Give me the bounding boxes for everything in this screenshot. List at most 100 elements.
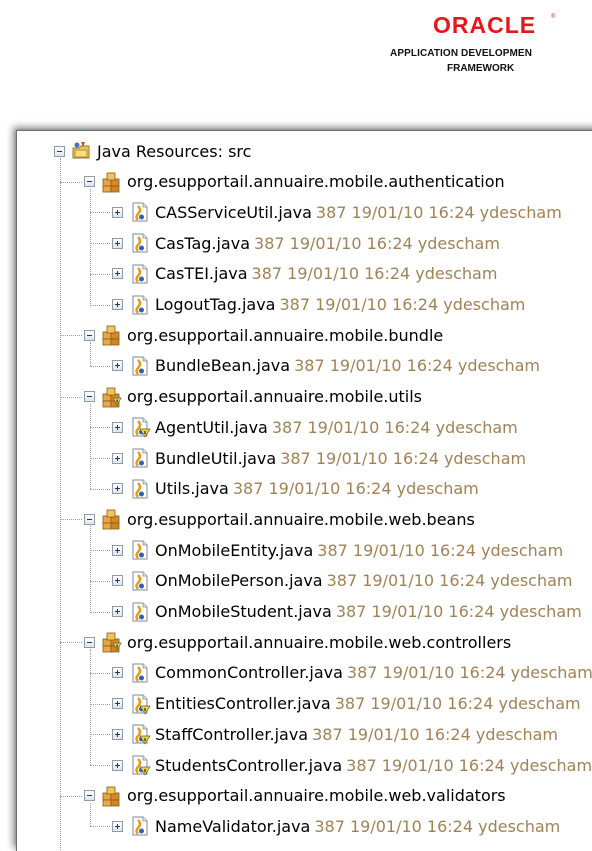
expand-toggle-icon[interactable] [112,421,123,433]
expand-toggle-icon[interactable] [112,299,123,310]
java-file-icon [129,201,151,223]
collapse-toggle-icon[interactable] [84,513,95,525]
oracle-adf-logo: ORACLE ® APPLICATION DEVELOPMEN FRAMEWOR… [380,8,592,88]
tree-node-file[interactable]: OnMobileStudent.java 387 19/01/10 16:24 y… [112,597,582,627]
file-revision-info: 387 19/01/10 16:24 ydescham [326,571,573,591]
tree-node-package[interactable]: org.esupportail.annuaire.mobile.bundle [84,320,443,350]
tree-node-package[interactable]: org.esupportail.annuaire.mobile.authenti… [84,167,505,197]
tree-node-file[interactable]: CASServiceUtil.java 387 19/01/10 16:24 yd… [112,197,562,227]
java-file-warning-icon [129,723,151,745]
java-file-icon [129,601,151,623]
collapse-toggle-icon[interactable] [84,391,95,403]
package-label: org.esupportail.annuaire.mobile.bundle [127,325,444,345]
expand-toggle-icon[interactable] [112,759,123,771]
tree-connector-line [90,342,91,366]
tree-connector-line [60,795,82,797]
file-name: StaffController.java [155,724,309,744]
expand-toggle-icon[interactable] [112,452,123,464]
collapse-toggle-icon[interactable] [84,329,95,341]
tree-connector-line [90,304,110,306]
tree-connector-line [90,734,110,736]
file-revision-info: 387 19/01/10 16:24 ydescham [335,602,582,621]
file-revision-info: 387 19/01/10 16:24 ydescham [280,448,527,468]
collapse-toggle-icon[interactable] [84,176,95,188]
tree-connector-line [90,672,110,674]
expand-toggle-icon[interactable] [112,728,123,740]
file-revision-info: 387 19/01/10 16:24 ydescham [315,202,562,222]
expand-toggle-icon[interactable] [112,237,123,249]
tree-node-file[interactable]: Utils.java 387 19/01/10 16:24 ydescham [112,474,479,504]
tree-node-package[interactable]: org.esupportail.annuaire.mobile.web.cont… [84,627,511,657]
oracle-wordmark: ORACLE [433,12,537,38]
tree-connector-line [90,188,91,305]
tree-node-file[interactable]: OnMobilePerson.java 387 19/01/10 16:24 yd… [112,566,573,596]
tree-connector-line [90,550,110,552]
tree-connector-line [90,611,110,613]
file-revision-info: 387 19/01/10 16:24 ydescham [346,755,592,775]
tree-connector-line [90,427,110,429]
file-name: EntitiesController.java [155,694,331,714]
file-revision-info: 387 19/01/10 16:24 ydescham [314,816,561,836]
file-name: CasTag.java [155,233,251,253]
tree-node-package[interactable]: org.esupportail.annuaire.mobile.web.vali… [84,781,506,811]
tree-node-file[interactable]: NameValidator.java 387 19/01/10 16:24 yde… [112,811,560,841]
tree-node-file[interactable]: AgentUtil.java 387 19/01/10 16:24 ydescha… [112,412,518,442]
expand-toggle-icon[interactable] [112,820,123,832]
package-label: org.esupportail.annuaire.mobile.web.cont… [127,632,512,652]
java-file-icon [129,815,151,837]
file-name: BundleBean.java [155,356,291,376]
tree-node-file[interactable]: CasTag.java 387 19/01/10 16:24 ydescham [112,228,500,258]
tree-node-file[interactable]: OnMobileEntity.java 387 19/01/10 16:24 yd… [112,535,563,565]
java-file-icon [129,294,151,316]
expand-toggle-icon[interactable] [112,544,123,556]
tree-node-file[interactable]: BundleBean.java 387 19/01/10 16:24 ydesch… [112,351,540,381]
tree-node-file[interactable]: LogoutTag.java 387 19/01/10 16:24 ydescha… [112,290,525,320]
collapse-toggle-icon[interactable] [54,145,65,157]
file-name: CommonController.java [155,663,343,683]
tree-node-file[interactable]: CommonController.java 387 19/01/10 16:24 … [112,658,592,688]
java-file-warning-icon [129,754,151,776]
expand-toggle-icon[interactable] [112,360,123,372]
file-revision-info: 387 19/01/10 16:24 ydescham [346,663,592,683]
java-file-icon [129,662,151,684]
file-name: BundleUtil.java [155,448,277,468]
java-file-icon [129,447,151,469]
tree-node-file[interactable]: StudentsController.java 387 19/01/10 16:2… [112,750,592,780]
tree-node-file[interactable]: StaffController.java 387 19/01/10 16:24 y… [112,719,558,749]
expand-toggle-icon[interactable] [112,667,123,679]
tree-connector-line [90,243,110,245]
tree-node-file[interactable]: EntitiesController.java 387 19/01/10 16:2… [112,689,581,719]
expand-toggle-icon[interactable] [112,575,123,587]
tree-connector-line [90,765,110,766]
expand-toggle-icon[interactable] [112,483,123,495]
tree-connector-line [90,212,110,214]
tree-node-java-resources[interactable]: Java Resources: src [54,136,251,166]
tree-connector-line [90,802,91,827]
package-label: org.esupportail.annuaire.mobile.web.bean… [127,509,475,529]
tree-node-label: Java Resources: src [97,141,252,161]
tree-node-file[interactable]: CasTEI.java 387 19/01/10 16:24 ydescham [112,259,497,289]
tree-node-package[interactable]: org.esupportail.annuaire.mobile.utils [84,382,422,412]
file-name: LogoutTag.java [155,295,276,314]
file-name: CasTEI.java [155,264,248,284]
expand-toggle-icon[interactable] [112,268,123,280]
tree-connector-line [60,335,82,337]
java-file-warning-icon [129,416,151,438]
tree-node-package[interactable]: org.esupportail.annuaire.mobile.web.bean… [84,504,475,534]
expand-toggle-icon[interactable] [112,698,123,710]
file-name: OnMobileStudent.java [155,602,332,621]
expand-toggle-icon[interactable] [112,206,123,218]
tree-node-file[interactable]: BundleUtil.java 387 19/01/10 16:24 ydesch… [112,443,526,473]
tree-connector-line [90,826,110,828]
java-file-icon [129,355,151,377]
tree-connector-line [60,396,82,398]
file-revision-info: 387 19/01/10 16:24 ydescham [334,694,581,714]
package-label: org.esupportail.annuaire.mobile.web.vali… [127,786,506,806]
expand-toggle-icon[interactable] [112,606,123,617]
tree-connector-line [90,580,110,582]
tree-connector-line [60,158,61,851]
java-file-icon [129,539,151,561]
collapse-toggle-icon[interactable] [84,636,95,648]
collapse-toggle-icon[interactable] [84,790,95,802]
project-explorer-tree[interactable]: Java Resources: src org.esupportail.annua… [16,130,592,851]
